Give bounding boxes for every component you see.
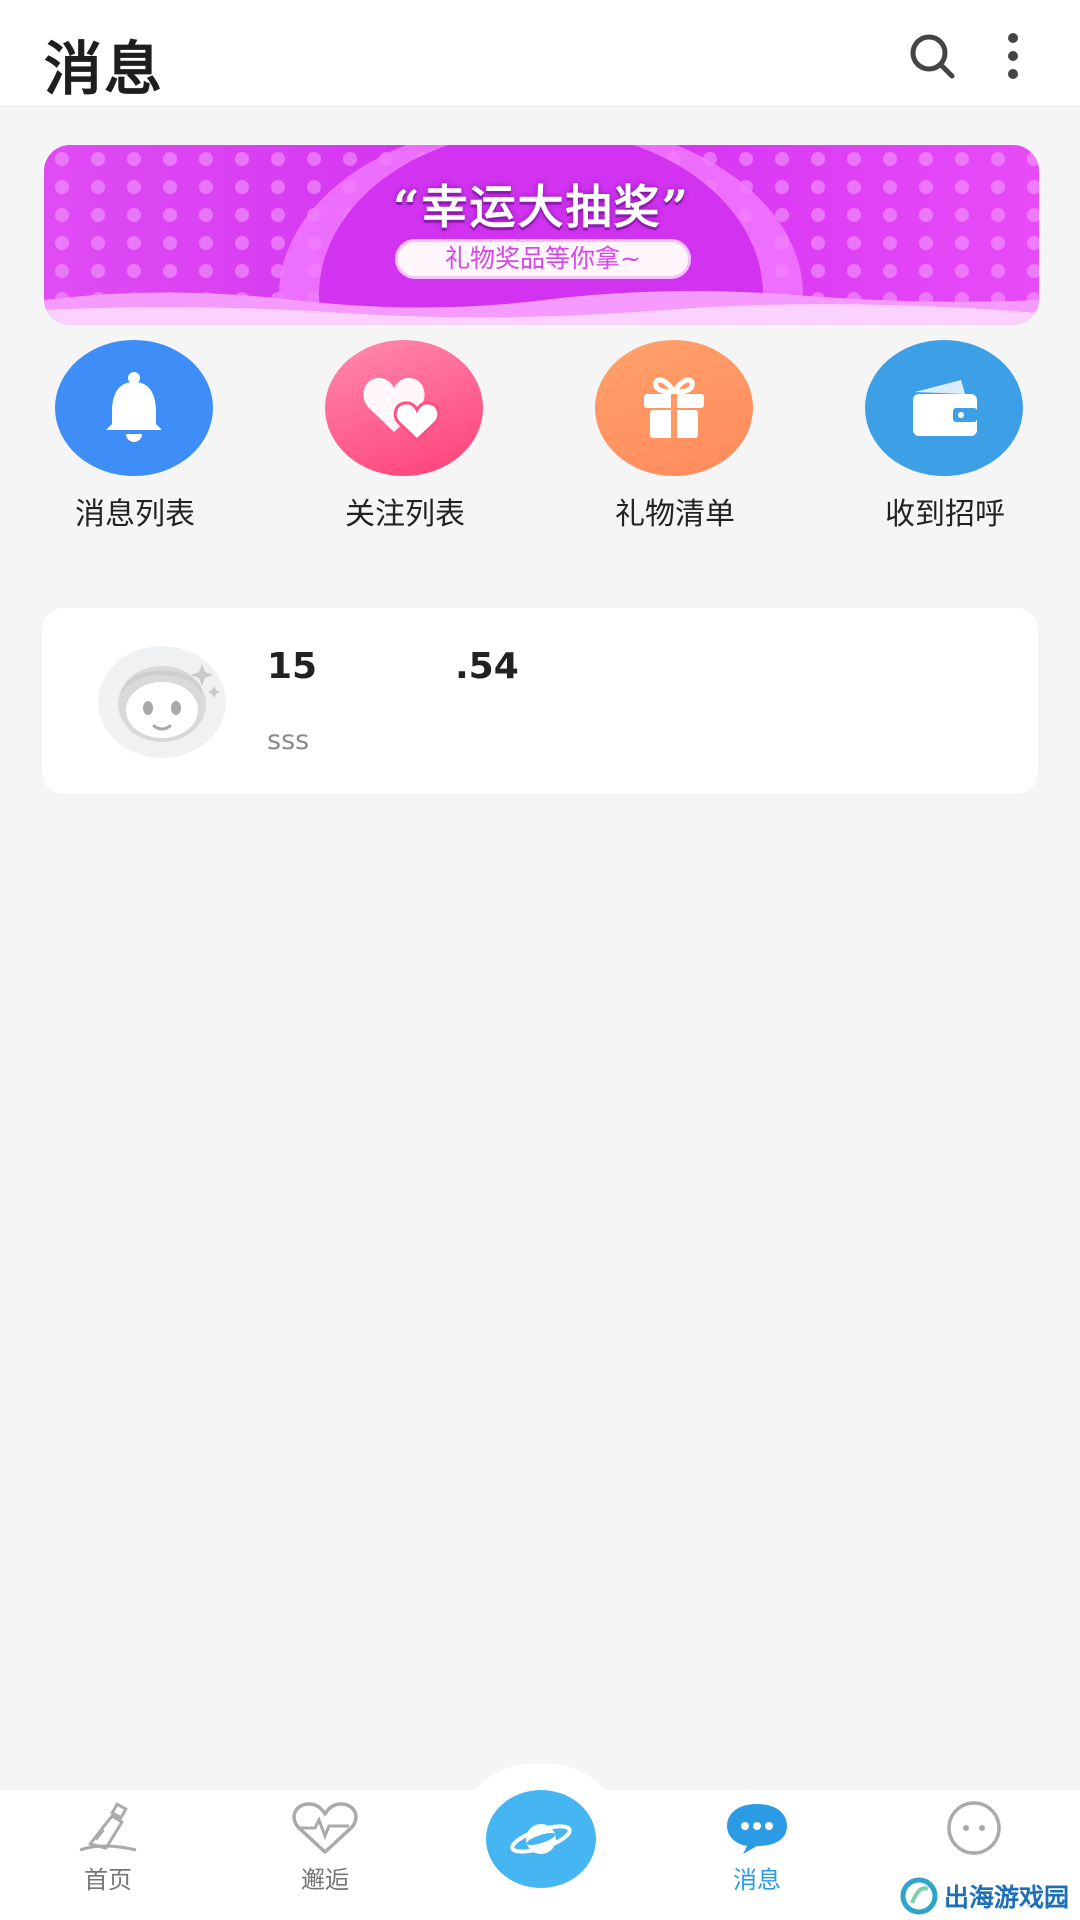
bottle-icon xyxy=(79,1802,137,1852)
nav-encounter[interactable]: 邂逅 xyxy=(255,1800,395,1910)
watermark-text: 出海游戏园 xyxy=(944,1883,1070,1912)
banner-subtitle: 礼物奖品等你拿~ xyxy=(395,239,691,279)
quick-item-follow-list[interactable]: 关注列表 xyxy=(295,338,515,538)
hearts-icon xyxy=(325,340,483,476)
planet-icon[interactable] xyxy=(486,1790,596,1888)
bell-icon xyxy=(55,340,213,476)
gift-icon xyxy=(595,340,753,476)
lucky-draw-banner[interactable]: “幸运大抽奖” 礼物奖品等你拿~ xyxy=(44,145,1039,325)
quick-item-label: 关注列表 xyxy=(345,497,465,532)
conversation-item[interactable]: 15 .54 sss xyxy=(42,608,1038,794)
quick-item-message-list[interactable]: 消息列表 xyxy=(25,338,245,538)
top-bar: 消息 xyxy=(0,0,1080,107)
banner-headline: “幸运大抽奖” xyxy=(393,180,690,234)
conversation-name: 15 .54 xyxy=(267,646,519,687)
watermark: 出海游戏园 xyxy=(900,1877,1069,1915)
quick-item-greetings[interactable]: 收到招呼 xyxy=(835,338,1055,538)
nav-label: 邂逅 xyxy=(301,1866,349,1894)
heartbeat-icon xyxy=(292,1802,358,1854)
more-vertical-icon[interactable] xyxy=(985,28,1041,84)
default-avatar-icon xyxy=(98,646,226,758)
chat-icon xyxy=(727,1804,787,1854)
quick-item-gift-list[interactable]: 礼物清单 xyxy=(565,338,785,538)
nav-home[interactable]: 首页 xyxy=(38,1800,178,1910)
nav-label: 消息 xyxy=(733,1866,781,1894)
quick-item-label: 礼物清单 xyxy=(615,497,735,532)
quick-item-label: 消息列表 xyxy=(75,497,195,532)
conversation-preview: sss xyxy=(267,725,310,756)
smiley-icon xyxy=(947,1801,1001,1855)
nav-label: 首页 xyxy=(84,1866,132,1894)
nav-messages[interactable]: 消息 xyxy=(687,1800,827,1910)
page-title: 消息 xyxy=(44,35,165,103)
messages-page: 消息 “幸运大抽奖” 礼物奖品等你拿~ 消息列表 关注列表 礼物清单 收到招呼 … xyxy=(0,0,1080,1920)
wallet-icon xyxy=(865,340,1023,476)
search-icon[interactable] xyxy=(904,28,960,84)
quick-menu: 消息列表 关注列表 礼物清单 收到招呼 xyxy=(0,338,1080,538)
quick-item-label: 收到招呼 xyxy=(885,497,1005,532)
watermark-logo-icon xyxy=(900,1877,938,1915)
